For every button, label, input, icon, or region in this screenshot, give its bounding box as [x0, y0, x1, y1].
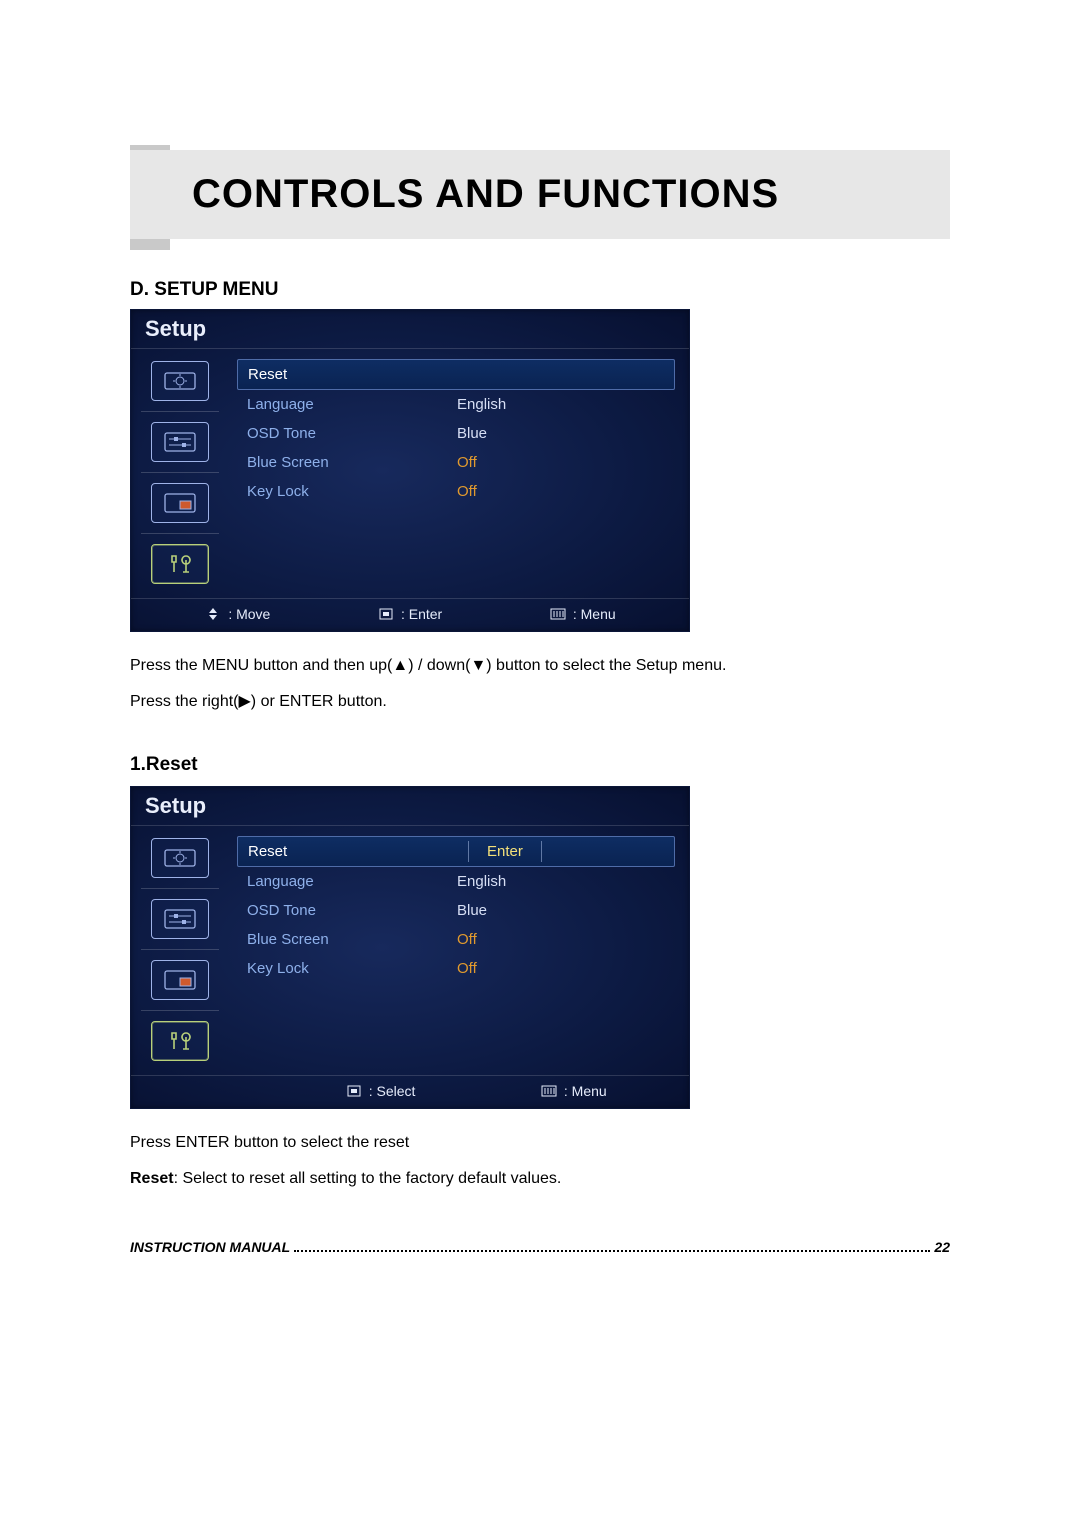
- hint-enter: : Enter: [377, 606, 442, 622]
- osd-title: Setup: [145, 316, 206, 342]
- sub-heading-reset: 1.Reset: [130, 754, 950, 776]
- sliders-icon[interactable]: [151, 899, 209, 939]
- menu-icon: [549, 607, 567, 621]
- menu-row-blue-screen[interactable]: Blue Screen Off: [237, 448, 675, 477]
- hint-menu: : Menu: [540, 1083, 607, 1099]
- osd-header: Setup: [131, 310, 689, 349]
- tools-icon[interactable]: [151, 544, 209, 584]
- hint-move: : Move: [204, 606, 270, 622]
- menu-row-key-lock[interactable]: Key Lock Off: [237, 477, 675, 506]
- updown-icon: [204, 607, 222, 621]
- menu-row-osd-tone[interactable]: OSD Tone Blue: [237, 419, 675, 448]
- hint-text: : Menu: [564, 1083, 607, 1099]
- menu-value: Enter: [458, 843, 664, 860]
- menu-value: Blue: [457, 425, 665, 442]
- page-title-banner: CONTROLS AND FUNCTIONS: [130, 150, 950, 239]
- menu-row-key-lock[interactable]: Key Lock Off: [237, 954, 675, 983]
- menu-value: Off: [457, 483, 665, 500]
- instruction-line-3: Press ENTER button to select the reset: [130, 1127, 950, 1159]
- menu-label: OSD Tone: [247, 902, 457, 919]
- menu-label: Blue Screen: [247, 931, 457, 948]
- menu-row-reset[interactable]: Reset Enter: [237, 836, 675, 867]
- menu-label: Language: [247, 873, 457, 890]
- menu-value: Blue: [457, 902, 665, 919]
- eco-icon[interactable]: [151, 838, 209, 878]
- osd-setup-menu: Setup Reset Language: [130, 309, 690, 632]
- osd-setup-reset: Setup Reset Enter Lan: [130, 786, 690, 1109]
- page-title: CONTROLS AND FUNCTIONS: [192, 172, 908, 217]
- osd-sidebar: [131, 826, 229, 1075]
- menu-row-blue-screen[interactable]: Blue Screen Off: [237, 925, 675, 954]
- menu-row-language[interactable]: Language English: [237, 390, 675, 419]
- footer-page-number: 22: [934, 1239, 950, 1255]
- menu-label: Reset: [248, 843, 458, 860]
- menu-row-reset[interactable]: Reset: [237, 359, 675, 390]
- osd-footer: x : Select : Menu: [131, 1075, 689, 1108]
- instruction-line-2: Press the right(▶) or ENTER button.: [130, 686, 950, 718]
- hint-text: : Move: [228, 606, 270, 622]
- enter-icon: [377, 607, 395, 621]
- menu-row-osd-tone[interactable]: OSD Tone Blue: [237, 896, 675, 925]
- menu-value: English: [457, 396, 665, 413]
- menu-label: Key Lock: [247, 483, 457, 500]
- enter-icon: [345, 1084, 363, 1098]
- osd-footer: : Move : Enter : Menu: [131, 598, 689, 631]
- sliders-icon[interactable]: [151, 422, 209, 462]
- menu-value: English: [457, 873, 665, 890]
- section-heading: D. SETUP MENU: [130, 279, 950, 301]
- osd-header: Setup: [131, 787, 689, 826]
- menu-label: Reset: [248, 366, 458, 383]
- reset-desc-text: : Select to reset all setting to the fac…: [174, 1170, 562, 1187]
- menu-row-language[interactable]: Language English: [237, 867, 675, 896]
- page-footer: INSTRUCTION MANUAL 22: [130, 1239, 950, 1255]
- osd-menu-list: Reset Language English OSD Tone Blue Blu…: [229, 349, 689, 598]
- menu-label: Language: [247, 396, 457, 413]
- pip-icon[interactable]: [151, 960, 209, 1000]
- pip-icon[interactable]: [151, 483, 209, 523]
- menu-label: Key Lock: [247, 960, 457, 977]
- hint-text: : Select: [369, 1083, 416, 1099]
- hint-select: : Select: [345, 1083, 416, 1099]
- reset-bold: Reset: [130, 1170, 174, 1187]
- menu-label: OSD Tone: [247, 425, 457, 442]
- osd-sidebar: [131, 349, 229, 598]
- hint-text: : Enter: [401, 606, 442, 622]
- eco-icon[interactable]: [151, 361, 209, 401]
- hint-text: : Menu: [573, 606, 616, 622]
- menu-icon: [540, 1084, 558, 1098]
- menu-value: Off: [457, 931, 665, 948]
- instruction-line-1: Press the MENU button and then up(▲) / d…: [130, 650, 950, 682]
- menu-value: Off: [457, 960, 665, 977]
- footer-label: INSTRUCTION MANUAL: [130, 1239, 290, 1255]
- tools-icon[interactable]: [151, 1021, 209, 1061]
- reset-description: Reset: Select to reset all setting to th…: [130, 1163, 950, 1195]
- osd-menu-list: Reset Enter Language English OSD Tone Bl…: [229, 826, 689, 1075]
- hint-menu: : Menu: [549, 606, 616, 622]
- menu-label: Blue Screen: [247, 454, 457, 471]
- footer-dots: [294, 1250, 930, 1252]
- menu-value: Off: [457, 454, 665, 471]
- osd-title: Setup: [145, 793, 206, 819]
